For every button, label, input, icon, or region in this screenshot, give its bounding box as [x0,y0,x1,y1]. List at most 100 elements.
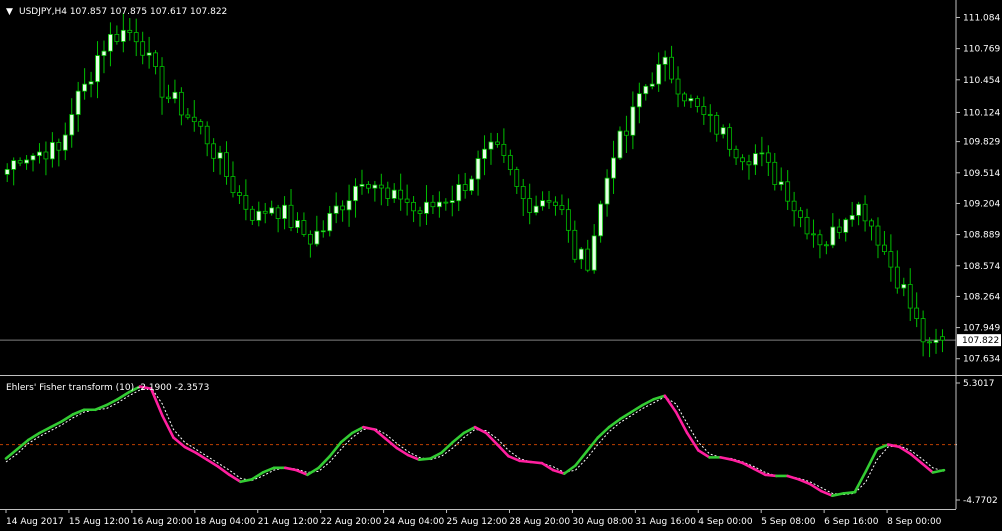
candle-body[interactable] [765,152,771,163]
candle-body[interactable] [540,200,545,207]
candle-body[interactable] [424,201,429,214]
candle-body[interactable] [346,200,352,211]
candle-body[interactable] [191,116,197,123]
candle-body[interactable] [43,151,49,160]
candle-body[interactable] [230,176,236,194]
candle-body[interactable] [159,66,165,98]
candle-body[interactable] [669,56,674,80]
candle-body[interactable] [37,151,42,157]
candle-body[interactable] [456,184,462,202]
candle-body[interactable] [682,93,687,102]
candle-body[interactable] [404,198,410,203]
candle-body[interactable] [469,178,475,191]
candle-body[interactable] [675,78,681,95]
candle-body[interactable] [320,230,326,233]
candle-body[interactable] [269,207,275,214]
candle-body[interactable] [598,203,604,237]
candle-body[interactable] [572,229,578,260]
candle-body[interactable] [862,203,868,222]
candle-body[interactable] [720,127,726,135]
candle-body[interactable] [495,141,500,145]
candle-body[interactable] [443,201,449,204]
candle-body[interactable] [17,160,23,164]
candle-body[interactable] [882,244,887,252]
candle-body[interactable] [778,181,784,185]
candle-body[interactable] [314,230,320,245]
candle-body[interactable] [649,83,655,87]
candle-body[interactable] [398,189,404,200]
candle-body[interactable] [101,50,107,56]
candle-body[interactable] [804,216,810,235]
candle-body[interactable] [75,90,81,115]
candle-body[interactable] [462,184,468,191]
candle-body[interactable] [224,152,229,177]
candle-body[interactable] [791,200,797,212]
candle-body[interactable] [849,215,855,221]
candle-body[interactable] [4,169,10,175]
candle-body[interactable] [172,91,178,100]
candle-body[interactable] [811,233,816,236]
candle-body[interactable] [262,210,268,214]
candle-body[interactable] [772,161,778,185]
candle-body[interactable] [914,307,920,319]
candle-body[interactable] [830,226,836,246]
candle-body[interactable] [82,83,88,92]
candle-body[interactable] [869,220,874,227]
candle-body[interactable] [940,336,945,341]
candle-body[interactable] [359,184,365,187]
candle-body[interactable] [411,201,416,212]
candle-body[interactable] [301,220,307,235]
candle-body[interactable] [707,114,713,116]
candle-body[interactable] [49,142,55,160]
candle-body[interactable] [565,209,571,231]
candle-body[interactable] [759,152,765,155]
candle-body[interactable] [146,52,152,56]
candle-body[interactable] [617,130,623,159]
candle-body[interactable] [546,200,552,203]
candle-body[interactable] [353,185,358,202]
candle-body[interactable] [927,341,932,344]
candle-body[interactable] [662,56,668,65]
candle-body[interactable] [95,55,100,83]
candle-body[interactable] [153,52,158,67]
candle-body[interactable] [514,169,520,187]
candle-body[interactable] [166,96,171,100]
candle-body[interactable] [340,205,346,211]
candle-body[interactable] [133,32,139,43]
candle-body[interactable] [211,143,217,159]
candle-body[interactable] [69,114,75,136]
candle-body[interactable] [527,198,533,213]
indicator-panel[interactable] [0,385,956,497]
dropdown-arrow-icon[interactable]: ▼ [6,7,13,17]
candle-body[interactable] [907,284,913,309]
candle-body[interactable] [62,134,68,151]
candle-body[interactable] [701,106,707,115]
candle-body[interactable] [553,201,558,206]
candle-body[interactable] [430,201,436,208]
candle-body[interactable] [894,266,900,289]
candle-body[interactable] [604,177,610,205]
candle-body[interactable] [108,33,113,52]
candle-body[interactable] [591,235,597,271]
candle-body[interactable] [901,284,907,289]
candle-body[interactable] [624,130,629,136]
candle-body[interactable] [585,248,591,271]
price-panel[interactable] [0,12,956,358]
candle-body[interactable] [714,114,720,135]
candle-body[interactable] [798,210,803,218]
candle-body[interactable] [120,29,126,42]
trading-chart[interactable]: 111.084 110.769 110.454 110.124 109.829 109.5… [0,0,1002,531]
candle-body[interactable] [256,210,262,221]
candle-body[interactable] [836,226,842,233]
candle-body[interactable] [24,159,29,164]
candle-body[interactable] [378,184,384,189]
candle-body[interactable] [307,233,313,245]
candle-body[interactable] [753,153,758,166]
candle-body[interactable] [372,184,378,189]
candle-body[interactable] [249,208,255,221]
candle-body[interactable] [449,200,455,203]
candle-body[interactable] [817,234,823,246]
candle-body[interactable] [694,98,700,107]
candle-body[interactable] [56,142,62,151]
candle-body[interactable] [875,225,881,246]
